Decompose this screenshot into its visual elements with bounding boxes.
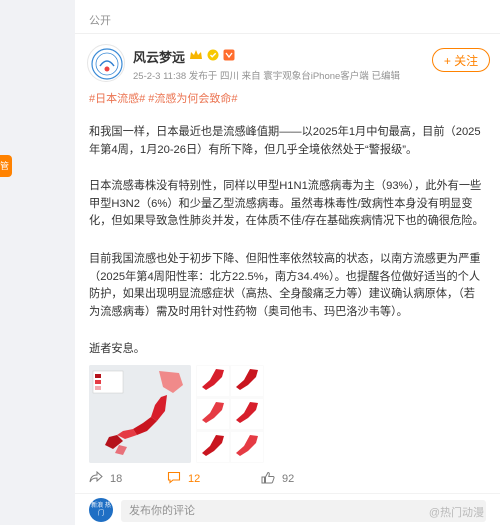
like-count: 92 bbox=[282, 473, 295, 485]
vip-crown-icon bbox=[189, 48, 203, 66]
level-icon bbox=[223, 48, 235, 66]
post-tags[interactable]: #日本流感# #流感为何会致命# bbox=[89, 90, 238, 106]
post-meta: 25-2-3 11:38 发布于 四川 来自 寰宇观象台iPhone客户端 已编… bbox=[133, 71, 400, 82]
author-name[interactable]: 风云梦远 bbox=[133, 47, 185, 66]
post-paragraph: 日本流感毒株没有特别性，同样以甲型H1N1流感病毒为主（93%），此外有一些甲型… bbox=[89, 180, 484, 227]
post-paragraph: 目前我国流感也处于初步下降、但阳性率依然较高的状态，以南方流感更为严重（2025… bbox=[89, 253, 481, 318]
japan-flu-map-image[interactable] bbox=[89, 365, 191, 463]
share-count: 18 bbox=[110, 472, 123, 485]
japan-weekly-maps-image[interactable] bbox=[196, 365, 264, 463]
comment-icon bbox=[167, 471, 181, 487]
comment-button[interactable]: 12 bbox=[167, 471, 200, 487]
post-actions-bar: 18 12 92 bbox=[75, 468, 500, 494]
share-button[interactable]: 18 bbox=[89, 470, 123, 486]
watermark: @热门动漫 bbox=[428, 507, 484, 519]
badge-icon bbox=[207, 48, 219, 66]
post-header: 风云梦远 25-2-3 11:38 发布于 四川 来自 寰宇观象台iPhone客… bbox=[87, 44, 500, 90]
like-icon bbox=[261, 471, 275, 487]
current-user-avatar[interactable]: 新浪 热门 bbox=[89, 498, 113, 522]
like-button[interactable]: 92 bbox=[261, 471, 294, 487]
weibo-post-card: 公开 风云梦远 25-2-3 11:38 发布于 四川 来自 寰宇观象台iPho… bbox=[75, 0, 500, 525]
share-icon bbox=[89, 470, 103, 486]
sidebar-manage-tab[interactable]: 管理 bbox=[0, 155, 12, 177]
follow-button[interactable]: + 关注 bbox=[432, 48, 490, 72]
comment-count: 12 bbox=[188, 473, 201, 485]
visibility-label: 公开 bbox=[75, 0, 500, 34]
author-avatar[interactable] bbox=[87, 44, 125, 82]
post-paragraph: 逝者安息。 bbox=[89, 343, 145, 355]
post-paragraph: 和我国一样，日本最近也是流感峰值期——以2025年1月中旬最高，目前（2025年… bbox=[89, 126, 481, 156]
